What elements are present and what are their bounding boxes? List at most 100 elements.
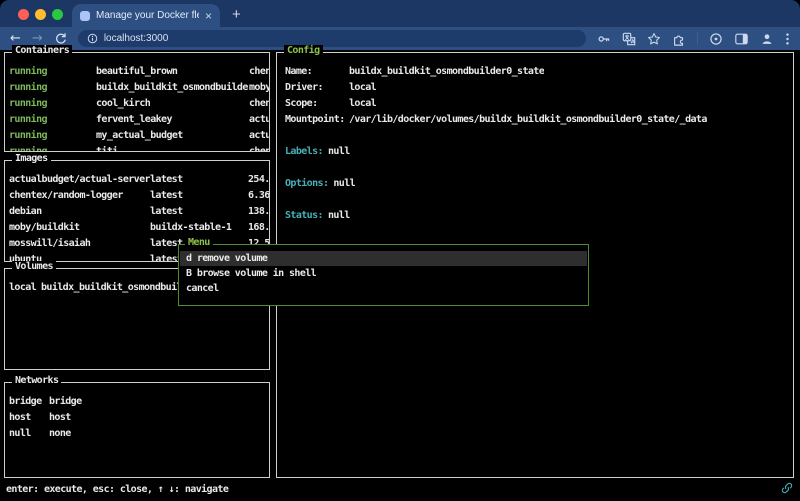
tab-title: Manage your Docker fleet w: [96, 10, 199, 21]
config-field-value: local: [349, 96, 376, 112]
browser-menu-kebab-icon[interactable]: [785, 32, 790, 46]
image-name: actualbudget/actual-server: [9, 172, 150, 188]
volume-actions-menu: Menu d remove volume B browse volume in …: [178, 244, 589, 306]
config-field-value: null: [328, 144, 350, 160]
translate-icon[interactable]: [622, 32, 636, 46]
url-text[interactable]: localhost:3000: [104, 33, 169, 44]
config-field-label: Name:: [285, 64, 349, 80]
image-row[interactable]: moby/buildkitbuildx-stable-1168.13MB: [9, 220, 269, 236]
side-panel-icon[interactable]: [734, 32, 749, 46]
image-size: 6.36MB: [248, 188, 269, 204]
container-image: chentex/random-logger: [249, 96, 269, 112]
container-state: running: [9, 128, 96, 144]
config-field: Status:null: [285, 208, 793, 224]
image-name: ubuntu: [9, 252, 150, 261]
container-name: titi: [96, 144, 249, 151]
container-row[interactable]: runningmy_actual_budgetactualbudget/actu…: [9, 128, 269, 144]
config-field-value: local: [349, 80, 376, 96]
keyboard-hints: enter: execute, esc: close, ↑ ↓: navigat…: [6, 482, 228, 497]
network-name: bridge: [49, 394, 82, 410]
close-window-button[interactable]: [18, 9, 29, 20]
config-field-value: null: [333, 176, 355, 192]
image-row[interactable]: actualbudget/actual-serverlatest254.98MB: [9, 172, 269, 188]
menu-item-remove-volume[interactable]: d remove volume: [180, 251, 587, 266]
container-state: running: [9, 96, 96, 112]
container-image: moby/buildkit: [249, 80, 269, 96]
image-name: debian: [9, 204, 150, 220]
tab-favicon: [80, 11, 90, 21]
image-name: chentex/random-logger: [9, 188, 150, 204]
extensions-puzzle-icon[interactable]: [672, 32, 686, 46]
container-row[interactable]: runningfervent_leakeyactualbudget/actual…: [9, 112, 269, 128]
container-name: cool_kirch: [96, 96, 249, 112]
minimize-window-button[interactable]: [35, 9, 46, 20]
image-tag: latest: [150, 204, 248, 220]
tab-close-icon[interactable]: ×: [205, 10, 212, 22]
config-field: Labels: null: [285, 144, 793, 160]
container-image: chentex/random-logger: [249, 144, 269, 151]
container-row[interactable]: runningbeautiful_brownchentex/random-log…: [9, 64, 269, 80]
config-field-label: Mountpoint:: [285, 112, 349, 128]
browser-tab[interactable]: Manage your Docker fleet w ×: [72, 4, 220, 27]
image-size: 168.13MB: [248, 220, 269, 236]
container-image: actualbudget/actual-server: [249, 128, 269, 144]
container-state: running: [9, 112, 96, 128]
container-image: chentex/random-logger: [249, 64, 269, 80]
volumes-panel-title: Volumes: [12, 261, 56, 272]
fullscreen-window-button[interactable]: [52, 9, 63, 20]
password-key-icon[interactable]: [597, 32, 611, 46]
menu-title: Menu: [185, 237, 213, 248]
network-driver: host: [9, 410, 49, 426]
config-field: Scope:local: [285, 96, 793, 112]
container-state: running: [9, 80, 96, 96]
config-field-value: buildx_buildkit_osmondbuilder0_state: [349, 64, 544, 80]
images-panel-title: Images: [12, 153, 51, 164]
network-name: host: [49, 410, 71, 426]
browser-toolbar: ← → localhost:3000: [0, 27, 800, 50]
forward-icon[interactable]: →: [32, 32, 43, 45]
network-row[interactable]: nullnone: [9, 426, 269, 442]
config-field-label: Labels:: [285, 144, 323, 160]
back-icon[interactable]: ←: [10, 32, 21, 45]
container-state: running: [9, 144, 96, 151]
site-info-icon[interactable]: [87, 33, 98, 44]
menu-item-cancel[interactable]: cancel: [180, 281, 587, 296]
image-row[interactable]: debianlatest138.84MB: [9, 204, 269, 220]
networks-panel-title: Networks: [12, 375, 61, 386]
config-field-label: Scope:: [285, 96, 349, 112]
bookmark-star-icon[interactable]: [647, 32, 661, 46]
config-field: Mountpoint:/var/lib/docker/volumes/build…: [285, 112, 793, 128]
config-field: Driver:local: [285, 80, 793, 96]
address-bar[interactable]: localhost:3000: [78, 30, 586, 47]
tab-strip: Manage your Docker fleet w × +: [0, 0, 800, 27]
container-row[interactable]: runningbuildx_buildkit_osmondbuilder0mob…: [9, 80, 269, 96]
network-row[interactable]: bridgebridge: [9, 394, 269, 410]
container-row[interactable]: runningcool_kirchchentex/random-logger: [9, 96, 269, 112]
menu-item-browse-volume-in-shell[interactable]: B browse volume in shell: [180, 266, 587, 281]
extension-circle-icon[interactable]: [709, 32, 723, 46]
config-field-value: /var/lib/docker/volumes/buildx_buildkit_…: [349, 112, 707, 128]
container-name: fervent_leakey: [96, 112, 249, 128]
new-tab-button[interactable]: +: [232, 5, 241, 25]
container-state: running: [9, 64, 96, 80]
config-field-label: Driver:: [285, 80, 349, 96]
connection-link-icon: [781, 482, 793, 497]
browser-window: Manage your Docker fleet w × + ← → local…: [0, 0, 800, 501]
toolbar-divider: [697, 32, 698, 45]
image-tag: buildx-stable-1: [150, 220, 248, 236]
network-name: none: [49, 426, 71, 442]
container-row[interactable]: runningtitichentex/random-logger: [9, 144, 269, 151]
config-field-value: null: [328, 208, 350, 224]
network-driver: bridge: [9, 394, 49, 410]
config-field: Name:buildx_buildkit_osmondbuilder0_stat…: [285, 64, 793, 80]
profile-avatar-icon[interactable]: [760, 32, 774, 46]
network-row[interactable]: hosthost: [9, 410, 269, 426]
config-field-label: Options:: [285, 176, 328, 192]
network-driver: null: [9, 426, 49, 442]
docker-tui-page: Containers runningbeautiful_brownchentex…: [0, 50, 800, 501]
reload-icon[interactable]: [54, 32, 67, 45]
image-name: moby/buildkit: [9, 220, 150, 236]
networks-panel: Networks bridgebridge hosthost nullnone: [4, 382, 270, 478]
image-row[interactable]: chentex/random-loggerlatest6.36MB: [9, 188, 269, 204]
image-name: mosswill/isaiah: [9, 236, 150, 252]
